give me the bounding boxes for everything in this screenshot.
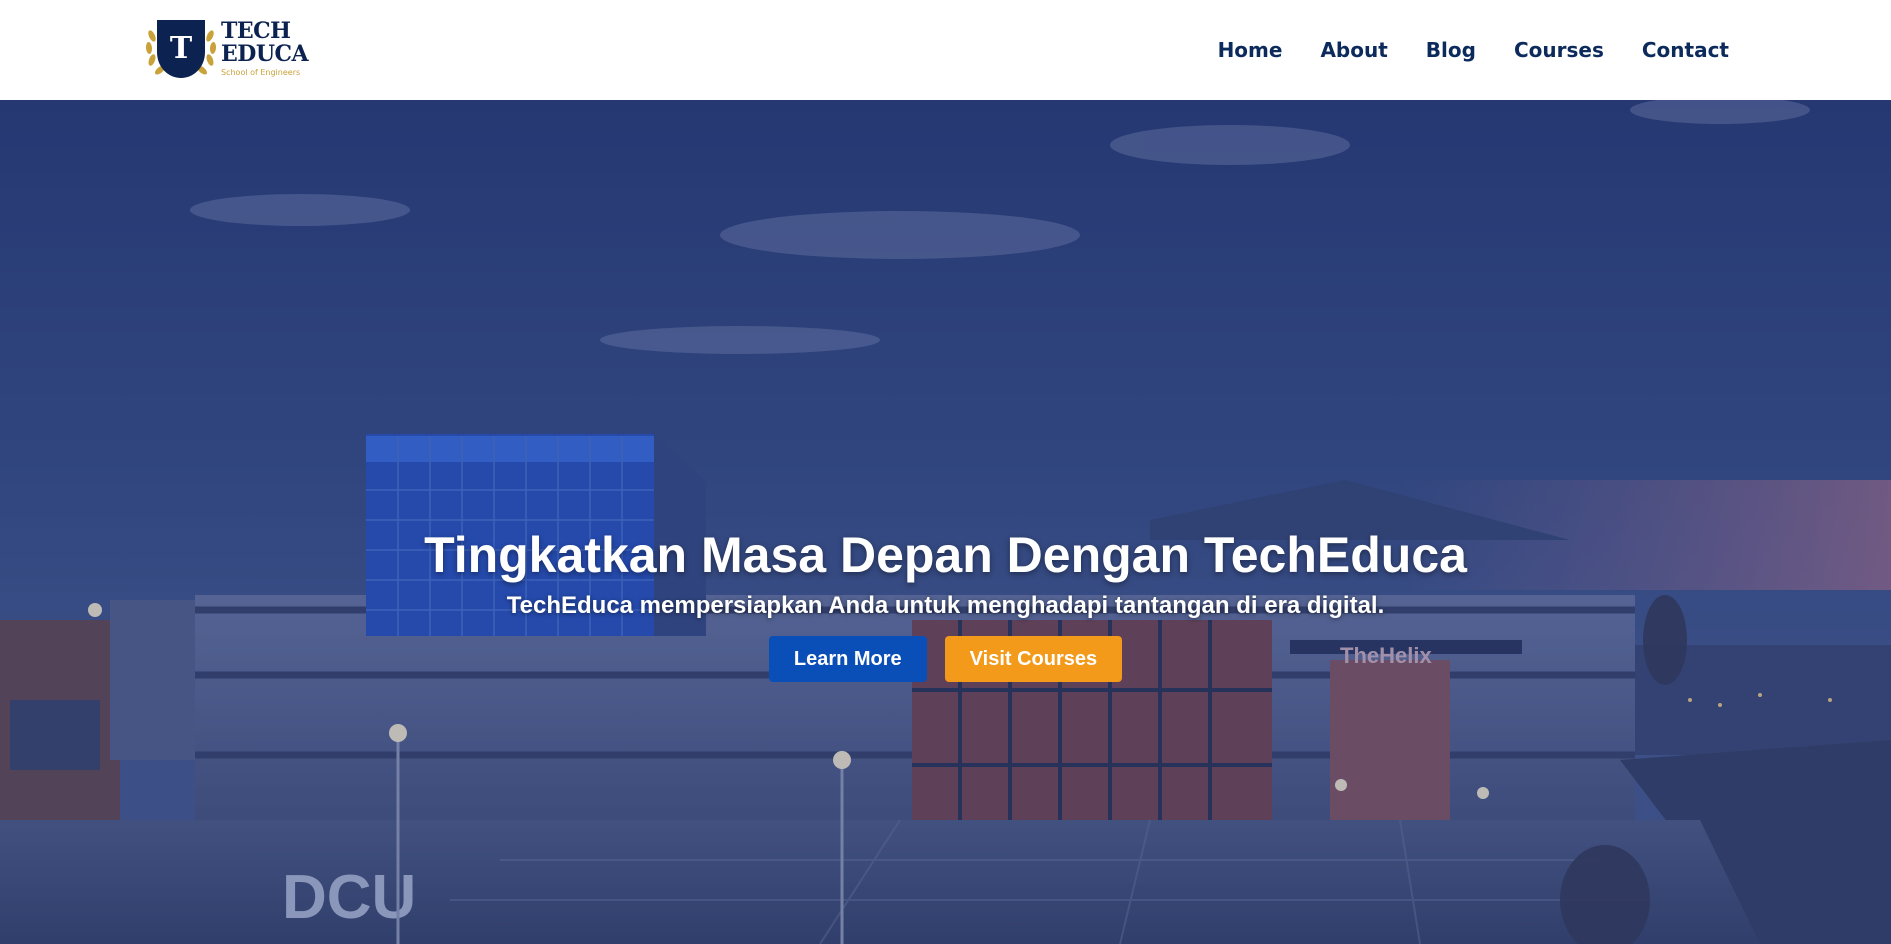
hero-overlay (0, 100, 1891, 944)
brand-logo[interactable]: T TECH EDUCA School of Engineers (143, 18, 313, 80)
main-nav: Home About Blog Courses Contact (1218, 0, 1729, 100)
shield-emblem-icon: T (143, 18, 219, 80)
brand-name-line2: EDUCA (221, 40, 309, 67)
nav-link-blog[interactable]: Blog (1426, 38, 1476, 62)
nav-link-courses[interactable]: Courses (1514, 38, 1604, 62)
nav-link-contact[interactable]: Contact (1642, 38, 1729, 62)
brand-tagline: School of Engineers (221, 67, 301, 77)
hero-buttons: Learn More Visit Courses (0, 636, 1891, 682)
hero-content: Tingkatkan Masa Depan Dengan TechEduca T… (0, 525, 1891, 682)
hero-section: TheHelix DCU Tingkatkan Masa Depan Denga… (0, 100, 1891, 944)
brand-name-line1: TECH (221, 17, 291, 44)
nav-link-about[interactable]: About (1320, 38, 1387, 62)
navbar: T TECH EDUCA School of Engineers Home Ab… (0, 0, 1891, 100)
learn-more-button[interactable]: Learn More (768, 636, 927, 682)
brand-wordmark: TECH EDUCA School of Engineers (221, 17, 309, 79)
visit-courses-button[interactable]: Visit Courses (944, 636, 1123, 682)
hero-subtitle: TechEduca mempersiapkan Anda untuk mengh… (506, 592, 1385, 619)
emblem-letter: T (169, 31, 193, 66)
hero-title: Tingkatkan Masa Depan Dengan TechEduca (424, 527, 1467, 583)
nav-link-home[interactable]: Home (1218, 38, 1283, 62)
